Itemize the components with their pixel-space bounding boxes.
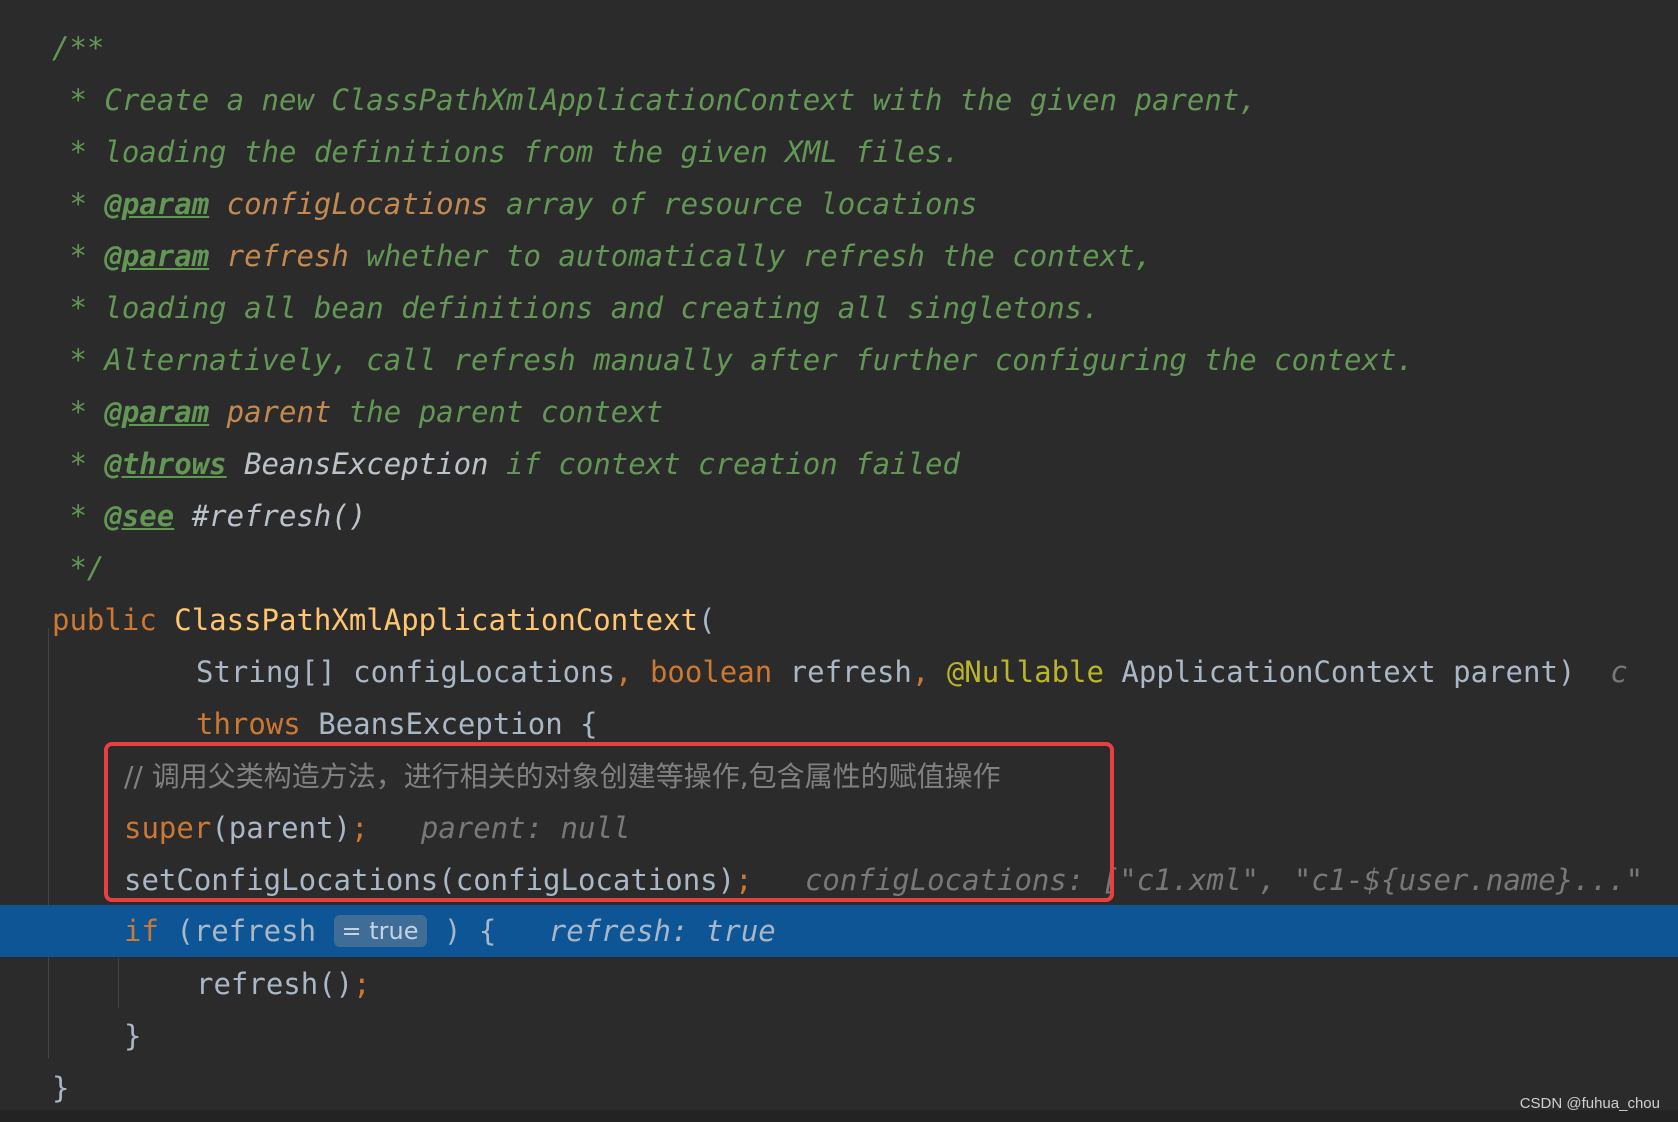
constructor-declaration: public ClassPathXmlApplicationContext( xyxy=(52,603,716,637)
javadoc-close: */ xyxy=(52,551,105,585)
method-close-brace: } xyxy=(52,1071,70,1105)
javadoc-line-6: * Alternatively, call refresh manually a… xyxy=(52,343,1414,377)
refresh-call-line: refresh(); xyxy=(196,967,371,1001)
constructor-name[interactable]: ClassPathXmlApplicationContext xyxy=(174,603,698,637)
javadoc-line-3: * @param configLocations array of resour… xyxy=(52,187,978,221)
javadoc-line-1: * Create a new ClassPathXmlApplicationCo… xyxy=(52,83,1257,117)
indent-guide-if xyxy=(118,958,119,1008)
if-close-brace: } xyxy=(124,1019,142,1053)
javadoc-line-2: * loading the definitions from the given… xyxy=(52,135,960,169)
constructor-parameters: String[] configLocations, boolean refres… xyxy=(196,655,1628,689)
javadoc-open: /** xyxy=(52,31,105,65)
javadoc-param-tag[interactable]: @param xyxy=(104,239,209,273)
editor-bottom-strip xyxy=(0,1110,1678,1122)
red-highlight-box xyxy=(104,742,1114,902)
debug-inline-hint-config-locations-value: ["c1.xml", "c1-${user.name}..." xyxy=(1101,863,1644,897)
javadoc-param-tag[interactable]: @param xyxy=(104,187,209,221)
javadoc-line-9: * @see #refresh() xyxy=(52,499,367,533)
indent-guide-method xyxy=(48,628,49,1058)
javadoc-line-5: * loading all bean definitions and creat… xyxy=(52,291,1100,325)
javadoc-param-tag[interactable]: @param xyxy=(104,395,209,429)
code-editor[interactable]: /** * Create a new ClassPathXmlApplicati… xyxy=(0,0,1678,1122)
watermark: CSDN @fuhua_chou xyxy=(1519,1095,1660,1112)
javadoc-line-4: * @param refresh whether to automaticall… xyxy=(52,239,1152,273)
javadoc-line-8: * @throws BeansException if context crea… xyxy=(52,447,960,481)
javadoc-line-7: * @param parent the parent context xyxy=(52,395,664,429)
inline-debug-value: = true xyxy=(333,915,427,947)
if-refresh-line[interactable]: if (refresh = true ) { refresh: true xyxy=(124,905,776,957)
debug-inline-hint-refresh: refresh: true xyxy=(548,914,776,948)
javadoc-see-tag[interactable]: @see xyxy=(104,499,174,533)
javadoc-throws-tag[interactable]: @throws xyxy=(104,447,226,481)
